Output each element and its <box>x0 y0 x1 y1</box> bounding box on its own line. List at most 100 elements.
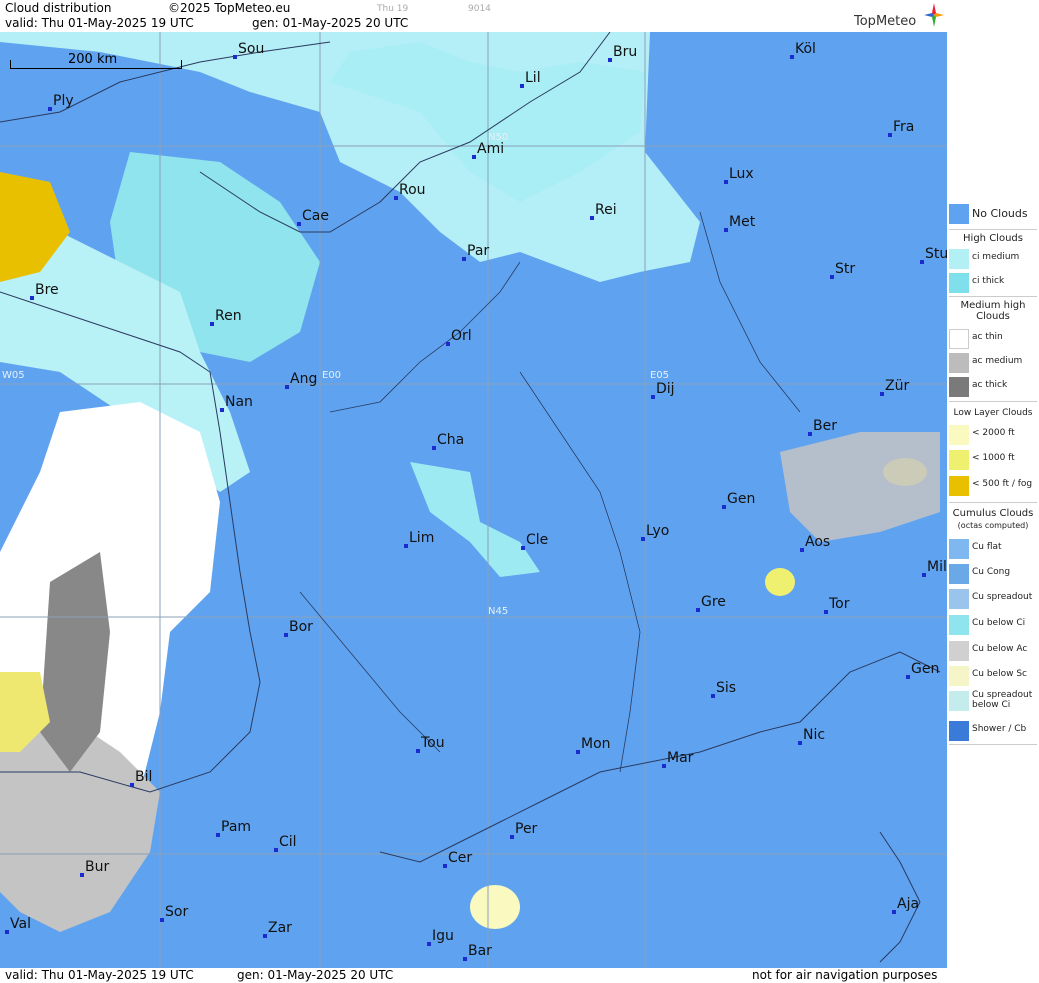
city-marker <box>446 342 450 346</box>
legend-cu-spreadout: Cu spreadout <box>947 587 1039 611</box>
legend-label: ac medium <box>972 356 1023 366</box>
city-marker <box>798 741 802 745</box>
gen-time: gen: 01-May-2025 20 UTC <box>252 16 409 30</box>
city-label: Gre <box>701 594 726 610</box>
city-label: Lil <box>525 70 541 86</box>
city-marker <box>888 133 892 137</box>
city-label: Stu <box>925 246 947 262</box>
map-header: Cloud distribution ©2025 TopMeteo.eu Thu… <box>0 0 947 32</box>
legend-shower: Shower / Cb <box>947 719 1039 743</box>
city-label: Bru <box>613 44 638 60</box>
map-graphics <box>0 32 947 968</box>
city-label: Lux <box>729 166 754 182</box>
city-label: Met <box>729 214 756 230</box>
city-marker <box>297 222 301 226</box>
legend-label: Cu spreadout below Ci <box>972 690 1033 710</box>
swatch-ac-thin <box>949 329 969 349</box>
city-marker <box>427 942 431 946</box>
city-label: Zür <box>885 378 910 394</box>
city-label: Sor <box>165 904 189 920</box>
swatch-ci-thick <box>949 273 969 293</box>
legend-label: No Clouds <box>972 207 1028 220</box>
city-marker <box>922 573 926 577</box>
swatch-low-500 <box>949 476 969 496</box>
city-marker <box>5 930 9 934</box>
city-marker <box>233 55 237 59</box>
city-label: Val <box>10 916 31 932</box>
city-marker <box>432 446 436 450</box>
cloud-map[interactable]: 200 km N50 N45 E00 E05 W05 Sou Bru Köl Ply L… <box>0 32 947 968</box>
grid-label-n45: N45 <box>488 606 509 617</box>
legend-label: ac thick <box>972 380 1008 390</box>
city-marker <box>830 275 834 279</box>
legend-label: ci thick <box>972 276 1005 286</box>
legend-panel: No Clouds High Clouds ci medium ci thick… <box>947 0 1039 983</box>
city-marker <box>906 675 910 679</box>
city-marker <box>590 216 594 220</box>
city-label: Mil <box>927 559 947 575</box>
legend-cu-below-ac: Cu below Ac <box>947 639 1039 663</box>
city-label: Pam <box>221 819 252 835</box>
grid-label-e00: E00 <box>322 370 342 381</box>
city-marker <box>662 764 666 768</box>
city-marker <box>216 833 220 837</box>
swatch-shower <box>949 721 969 741</box>
legend-label: < 1000 ft <box>972 453 1015 463</box>
legend-cu-spread-ci: Cu spreadout below Ci <box>947 689 1039 719</box>
city-marker <box>608 58 612 62</box>
city-label: Nic <box>803 727 826 743</box>
city-marker <box>651 395 655 399</box>
legend-cumulus-heading: Cumulus Clouds <box>952 508 1034 519</box>
city-label: Mon <box>581 736 611 752</box>
city-label: Sou <box>238 41 265 57</box>
city-marker <box>285 385 289 389</box>
swatch-low-2000 <box>949 425 969 445</box>
topmeteo-logo-text: TopMeteo <box>854 14 917 29</box>
city-label: Bil <box>135 769 153 785</box>
city-marker <box>48 107 52 111</box>
city-marker <box>80 873 84 877</box>
legend-ac-thin: ac thin <box>947 327 1039 351</box>
city-label: Lyo <box>646 523 670 539</box>
city-label: Köl <box>795 41 816 57</box>
valid-time: valid: Thu 01-May-2025 19 UTC <box>5 16 194 30</box>
swatch-cu-spread-ci <box>949 691 969 711</box>
swatch-ci-medium <box>949 249 969 269</box>
city-label: Ply <box>53 93 74 109</box>
city-label: Rou <box>399 182 426 198</box>
city-label: Ren <box>215 308 242 324</box>
swatch-cu-below-ac <box>949 641 969 661</box>
ci-patch-central <box>410 462 540 577</box>
city-marker <box>416 749 420 753</box>
legend-cu-flat: Cu flat <box>947 537 1039 561</box>
city-label: Fra <box>893 119 915 135</box>
legend-label: Cu below Ac <box>972 644 1028 654</box>
city-marker <box>521 546 525 550</box>
legend-octas-note: (octas computed) <box>957 521 1029 530</box>
legend-medium-high-heading: Medium high Clouds <box>960 300 1026 322</box>
swatch-low-1000 <box>949 450 969 470</box>
city-marker <box>808 432 812 436</box>
legend-label: Cu below Ci <box>972 618 1026 628</box>
legend-low-layer-heading: Low Layer Clouds <box>953 408 1033 418</box>
city-label: Per <box>515 821 538 837</box>
city-marker <box>711 694 715 698</box>
city-marker <box>520 84 524 88</box>
tiny-label-2: 9014 <box>468 4 491 14</box>
footer-disclaimer: not for air navigation purposes <box>752 968 938 982</box>
city-marker <box>263 934 267 938</box>
city-marker <box>722 505 726 509</box>
city-label: Gen <box>911 661 940 677</box>
legend-low-500: < 500 ft / fog <box>947 474 1039 498</box>
compass-star-icon <box>924 3 944 27</box>
legend-label: ci medium <box>972 252 1020 262</box>
city-marker <box>462 257 466 261</box>
city-label: Cha <box>437 432 465 448</box>
copyright: ©2025 TopMeteo.eu <box>168 1 291 15</box>
city-marker <box>510 835 514 839</box>
city-label: Nan <box>225 394 253 410</box>
city-label: Par <box>467 243 490 259</box>
city-label: Bre <box>35 282 59 298</box>
legend-no-clouds: No Clouds <box>947 202 1039 226</box>
city-marker <box>394 196 398 200</box>
